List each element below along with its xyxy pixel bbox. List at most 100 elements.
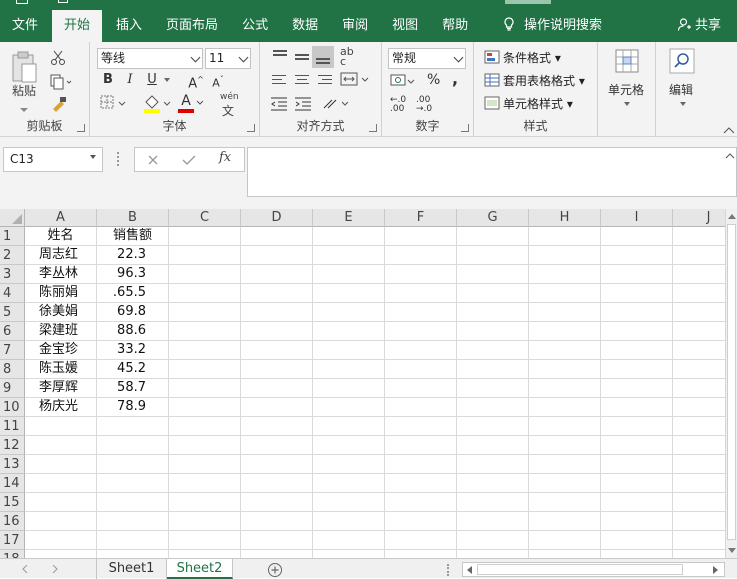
- worksheet-grid[interactable]: ABCDEFGHIJ 1 姓名 销售额 2 周志红 22.3 3 李丛林 96.3 4 陈丽娟 .65…: [0, 209, 725, 558]
- row-header[interactable]: 6: [0, 322, 25, 341]
- font-color-dropdown-icon[interactable]: [196, 100, 204, 106]
- cell-empty[interactable]: [313, 379, 385, 398]
- cell-empty[interactable]: [169, 512, 241, 531]
- cell-b[interactable]: 58.7: [97, 379, 169, 398]
- cell-a[interactable]: 李厚辉: [25, 379, 97, 398]
- column-header[interactable]: I: [601, 209, 673, 227]
- horizontal-scrollbar[interactable]: [462, 562, 725, 577]
- cell-empty[interactable]: [385, 265, 457, 284]
- cell-empty[interactable]: [313, 436, 385, 455]
- cell-empty[interactable]: [457, 550, 529, 558]
- cell-b[interactable]: [97, 531, 169, 550]
- cell-empty[interactable]: [601, 493, 673, 512]
- cell-b[interactable]: 88.6: [97, 322, 169, 341]
- tab-1[interactable]: 开始: [52, 10, 103, 42]
- cell-empty[interactable]: [529, 493, 601, 512]
- cell-empty[interactable]: [385, 436, 457, 455]
- row-header[interactable]: 8: [0, 360, 25, 379]
- scroll-up-icon[interactable]: [728, 213, 736, 219]
- tab-0[interactable]: 文件: [0, 10, 50, 42]
- cell-empty[interactable]: [313, 227, 385, 246]
- cell-empty[interactable]: [169, 360, 241, 379]
- cell-b[interactable]: [97, 436, 169, 455]
- cell-empty[interactable]: [241, 531, 313, 550]
- cell-empty[interactable]: [601, 265, 673, 284]
- paste-button[interactable]: [10, 50, 40, 86]
- cell-a[interactable]: 周志红: [25, 246, 97, 265]
- cell-a[interactable]: [25, 417, 97, 436]
- cell-a[interactable]: [25, 455, 97, 474]
- cell-empty[interactable]: [169, 493, 241, 512]
- row-header[interactable]: 4: [0, 284, 25, 303]
- cell-empty[interactable]: [529, 341, 601, 360]
- clipboard-launcher[interactable]: [77, 124, 85, 132]
- cell-b[interactable]: [97, 550, 169, 558]
- row-header[interactable]: 17: [0, 531, 25, 550]
- cell-empty[interactable]: [241, 341, 313, 360]
- cell-empty[interactable]: [673, 512, 725, 531]
- align-center-icon[interactable]: [292, 72, 312, 90]
- cell-empty[interactable]: [457, 474, 529, 493]
- cell-a[interactable]: 姓名: [25, 227, 97, 246]
- cell-empty[interactable]: [241, 550, 313, 558]
- sheet-tab-1[interactable]: Sheet1: [97, 559, 167, 579]
- cell-empty[interactable]: [601, 474, 673, 493]
- tab-4[interactable]: 公式: [230, 10, 280, 42]
- accounting-format-icon[interactable]: [390, 72, 416, 90]
- prev-sheet-icon[interactable]: [22, 565, 28, 573]
- undo-icon[interactable]: [58, 0, 68, 3]
- cell-empty[interactable]: [241, 398, 313, 417]
- cell-empty[interactable]: [601, 360, 673, 379]
- tab-5[interactable]: 数据: [280, 10, 330, 42]
- cell-empty[interactable]: [241, 227, 313, 246]
- cell-empty[interactable]: [673, 550, 725, 558]
- cell-empty[interactable]: [457, 227, 529, 246]
- italic-button[interactable]: I: [120, 70, 140, 90]
- save-icon[interactable]: [16, 0, 28, 4]
- column-header[interactable]: F: [385, 209, 457, 227]
- cell-empty[interactable]: [385, 493, 457, 512]
- format-painter-icon[interactable]: [50, 96, 68, 112]
- tab-2[interactable]: 插入: [104, 10, 154, 42]
- cell-empty[interactable]: [529, 379, 601, 398]
- cell-empty[interactable]: [385, 512, 457, 531]
- cell-empty[interactable]: [673, 379, 725, 398]
- cell-empty[interactable]: [241, 417, 313, 436]
- cell-a[interactable]: 梁建班: [25, 322, 97, 341]
- cell-empty[interactable]: [457, 398, 529, 417]
- cell-empty[interactable]: [601, 436, 673, 455]
- sheet-tab-2[interactable]: Sheet2: [167, 559, 233, 579]
- cell-empty[interactable]: [673, 455, 725, 474]
- column-header[interactable]: B: [97, 209, 169, 227]
- formula-input[interactable]: [247, 147, 737, 197]
- cell-b[interactable]: 22.3: [97, 246, 169, 265]
- cell-empty[interactable]: [673, 227, 725, 246]
- cell-a[interactable]: [25, 531, 97, 550]
- cell-empty[interactable]: [529, 436, 601, 455]
- decrease-indent-icon[interactable]: [270, 96, 288, 112]
- cell-empty[interactable]: [601, 341, 673, 360]
- cell-empty[interactable]: [241, 360, 313, 379]
- column-header[interactable]: D: [241, 209, 313, 227]
- cell-b[interactable]: .65.5: [97, 284, 169, 303]
- cell-empty[interactable]: [457, 417, 529, 436]
- vertical-scroll-thumb[interactable]: [727, 224, 736, 540]
- cell-empty[interactable]: [529, 360, 601, 379]
- cell-empty[interactable]: [529, 531, 601, 550]
- cell-empty[interactable]: [169, 379, 241, 398]
- number-launcher[interactable]: [461, 124, 469, 132]
- cell-a[interactable]: 杨庆光: [25, 398, 97, 417]
- cell-empty[interactable]: [241, 493, 313, 512]
- align-left-icon[interactable]: [270, 72, 290, 90]
- cell-empty[interactable]: [385, 531, 457, 550]
- cell-empty[interactable]: [457, 493, 529, 512]
- underline-button[interactable]: U: [142, 70, 162, 90]
- phonetic-button[interactable]: wén: [220, 92, 239, 102]
- cell-empty[interactable]: [385, 341, 457, 360]
- column-header[interactable]: A: [25, 209, 97, 227]
- cell-empty[interactable]: [313, 360, 385, 379]
- font-color-button[interactable]: A: [178, 93, 194, 109]
- increase-decimal-icon[interactable]: ←.0.00: [390, 96, 406, 114]
- cell-a[interactable]: [25, 550, 97, 558]
- cell-empty[interactable]: [673, 341, 725, 360]
